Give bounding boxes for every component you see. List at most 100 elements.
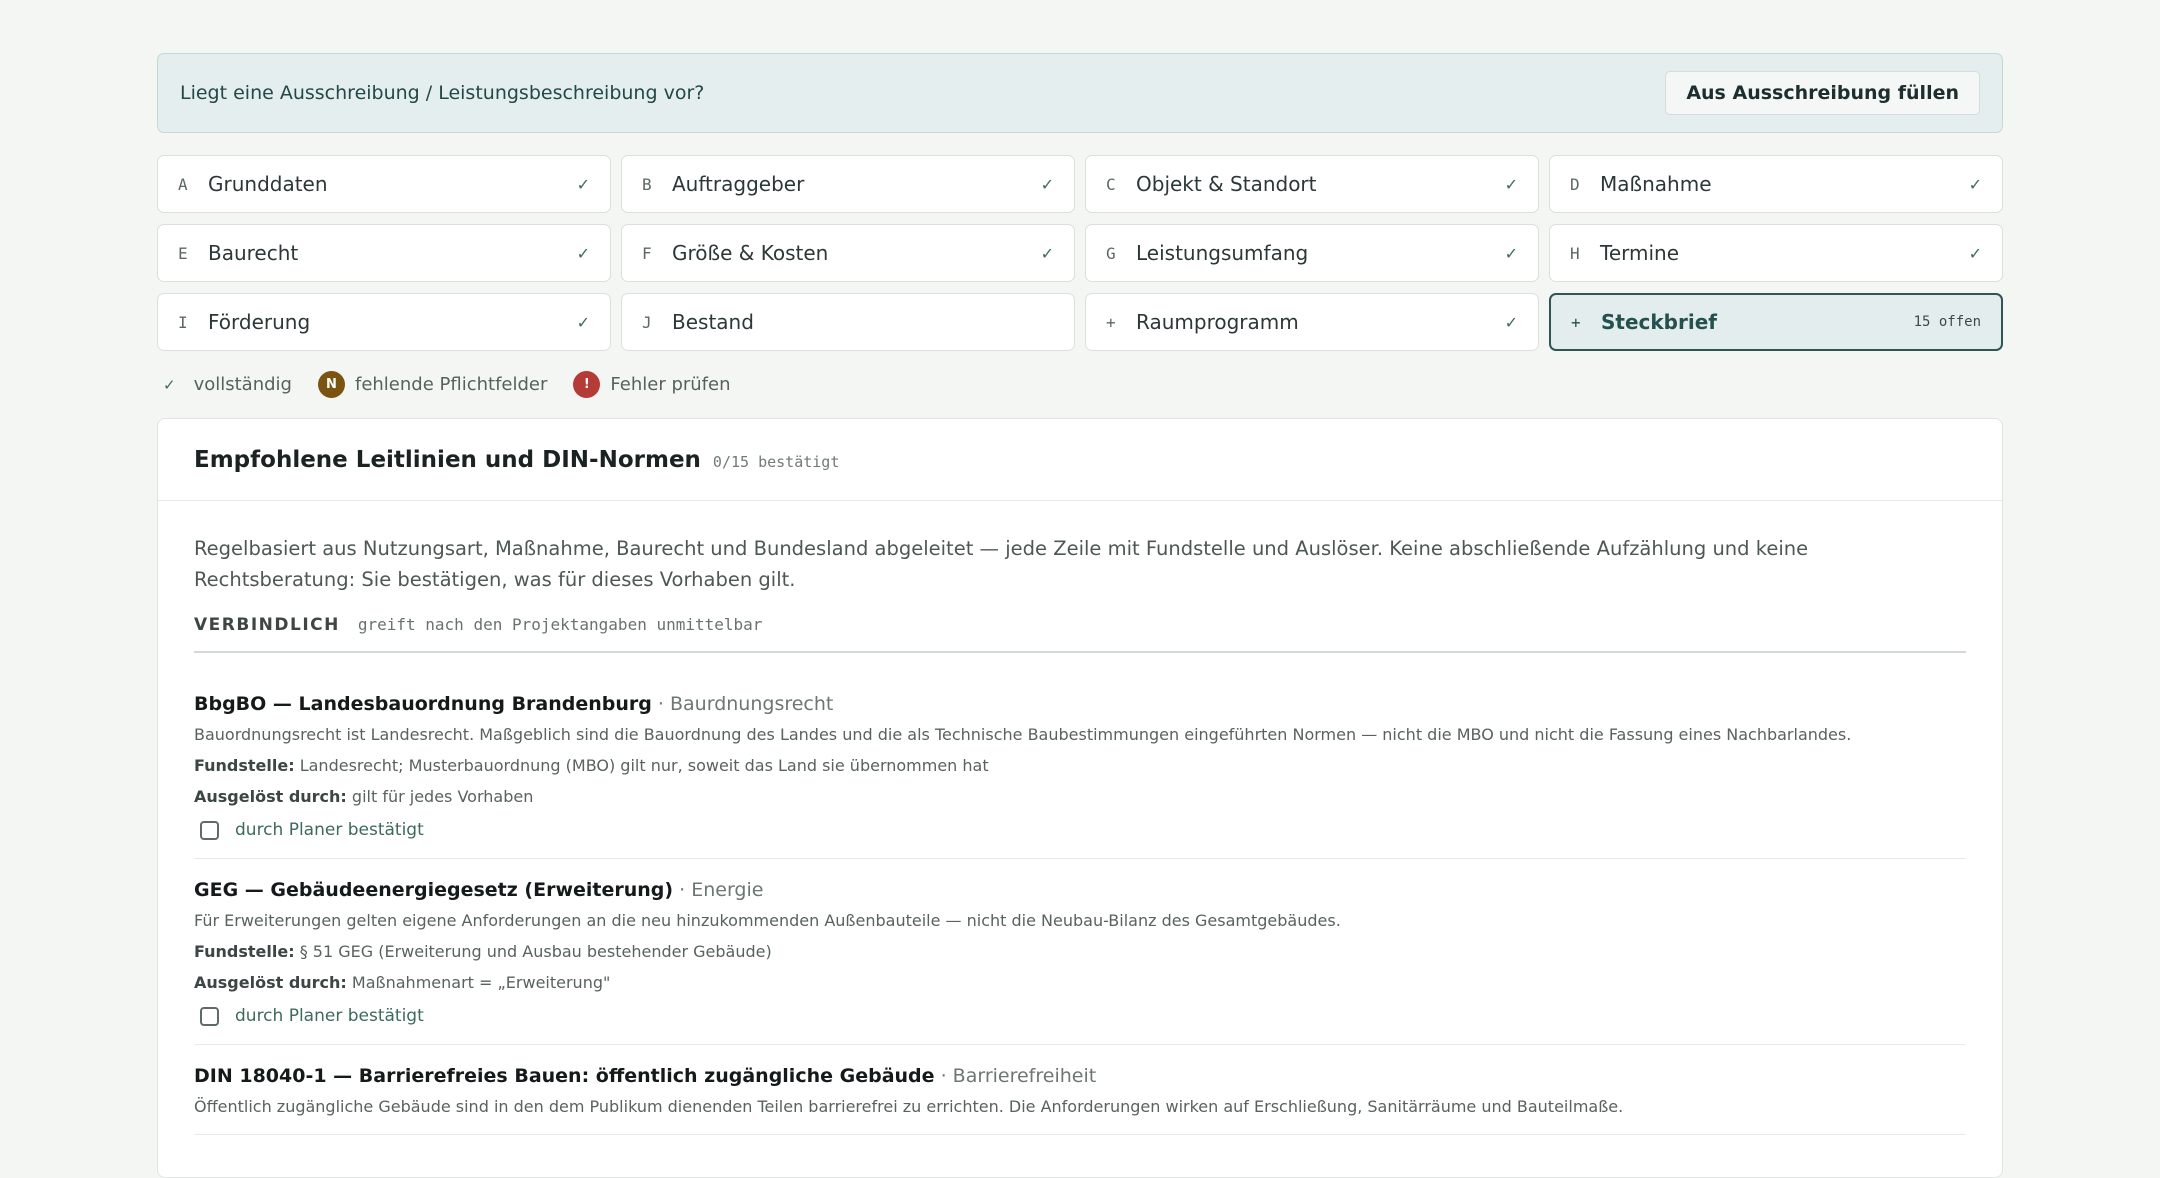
confirm-label[interactable]: durch Planer bestätigt <box>235 820 424 840</box>
rule-name: DIN 18040-1 — Barrierefreies Bauen: öffe… <box>194 1065 935 1087</box>
rule-item: GEG — Gebäudeenergiegesetz (Erweiterung)… <box>194 859 1966 1045</box>
check-icon: ✓ <box>1040 174 1054 194</box>
tab-label: Förderung <box>208 310 311 334</box>
tab-key: A <box>178 174 188 194</box>
plus-icon: + <box>1571 312 1581 332</box>
card-title: Empfohlene Leitlinien und DIN-Normen <box>194 446 701 473</box>
rule-item: BbgBO — Landesbauordnung Brandenburg · B… <box>194 653 1966 859</box>
card-intro: Regelbasiert aus Nutzungsart, Maßnahme, … <box>194 537 1809 591</box>
tab-label: Steckbrief <box>1601 310 1717 334</box>
section-header-binding: VERBINDLICH greift nach den Projektangab… <box>194 615 1966 653</box>
legend-error: ! Fehler prüfen <box>573 371 731 398</box>
trigger-value: Maßnahmenart = „Erweiterung" <box>351 973 611 992</box>
rule-title: BbgBO — Landesbauordnung Brandenburg · B… <box>194 693 1966 715</box>
tab-objekt-standort[interactable]: C Objekt & Standort ✓ <box>1085 155 1539 213</box>
rule-title: DIN 18040-1 — Barrierefreies Bauen: öffe… <box>194 1065 1966 1087</box>
tab-leistungsumfang[interactable]: G Leistungsumfang ✓ <box>1085 224 1539 282</box>
guidelines-card: Empfohlene Leitlinien und DIN-Normen 0/1… <box>157 418 2003 1178</box>
confirmed-count: 0/15 bestätigt <box>712 452 840 471</box>
tab-label: Raumprogramm <box>1136 310 1299 334</box>
tab-baurecht[interactable]: E Baurecht ✓ <box>157 224 611 282</box>
section-tabs: A Grunddaten ✓ B Auftraggeber ✓ C Objekt… <box>157 155 2003 351</box>
trigger-value: gilt für jedes Vorhaben <box>351 787 534 806</box>
tab-grunddaten[interactable]: A Grunddaten ✓ <box>157 155 611 213</box>
tab-label: Grunddaten <box>208 172 328 196</box>
legend-missing: N fehlende Pflichtfelder <box>317 371 548 398</box>
rule-description: Öffentlich zugängliche Gebäude sind in d… <box>194 1097 1624 1116</box>
section-subtitle: greift nach den Projektangaben unmittelb… <box>357 615 763 634</box>
card-header: Empfohlene Leitlinien und DIN-Normen 0/1… <box>158 419 2002 501</box>
rule-title: GEG — Gebäudeenergiegesetz (Erweiterung)… <box>194 879 1966 901</box>
check-icon: ✓ <box>1968 243 1982 263</box>
source-label: Fundstelle: <box>194 756 295 775</box>
section-label: VERBINDLICH <box>194 615 340 635</box>
tab-auftraggeber[interactable]: B Auftraggeber ✓ <box>621 155 1075 213</box>
tab-label: Termine <box>1600 241 1680 265</box>
tab-foerderung[interactable]: I Förderung ✓ <box>157 293 611 351</box>
rule-name: GEG — Gebäudeenergiegesetz (Erweiterung) <box>194 879 674 901</box>
plus-icon: + <box>1106 312 1116 332</box>
rule-name: BbgBO — Landesbauordnung Brandenburg <box>194 693 652 715</box>
error-icon: ! <box>573 371 601 398</box>
tab-steckbrief[interactable]: + Steckbrief 15 offen <box>1549 293 2003 351</box>
trigger-label: Ausgelöst durch: <box>194 973 347 992</box>
tab-label: Größe & Kosten <box>672 241 829 265</box>
legend-error-label: Fehler prüfen <box>610 374 731 395</box>
rule-description: Für Erweiterungen gelten eigene Anforder… <box>194 911 1341 930</box>
check-icon: ✓ <box>576 174 590 194</box>
source-label: Fundstelle: <box>194 942 295 961</box>
check-icon: ✓ <box>576 243 590 263</box>
confirm-checkbox[interactable] <box>200 1006 219 1026</box>
tab-massnahme[interactable]: D Maßnahme ✓ <box>1549 155 2003 213</box>
tender-question: Liegt eine Ausschreibung / Leistungsbesc… <box>180 82 705 104</box>
rule-description: Bauordnungsrecht ist Landesrecht. Maßgeb… <box>194 725 1852 744</box>
tab-label: Leistungsumfang <box>1136 241 1309 265</box>
tab-termine[interactable]: H Termine ✓ <box>1549 224 2003 282</box>
tab-key: I <box>178 312 188 332</box>
source-value: § 51 GEG (Erweiterung und Ausbau bestehe… <box>299 942 772 961</box>
tab-raumprogramm[interactable]: + Raumprogramm ✓ <box>1085 293 1539 351</box>
status-legend: ✓ vollständig N fehlende Pflichtfelder !… <box>157 371 2003 398</box>
tab-key: J <box>642 312 652 332</box>
confirm-checkbox[interactable] <box>200 820 219 840</box>
tab-key: G <box>1106 243 1116 263</box>
legend-missing-label: fehlende Pflichtfelder <box>354 374 548 395</box>
check-icon: ✓ <box>163 375 176 394</box>
tab-key: C <box>1106 174 1116 194</box>
tab-label: Auftraggeber <box>672 172 805 196</box>
tab-label: Baurecht <box>208 241 299 265</box>
rule-trigger: Ausgelöst durch: Maßnahmenart = „Erweite… <box>194 973 1966 992</box>
check-icon: ✓ <box>1040 243 1054 263</box>
tab-key: F <box>642 243 652 263</box>
main-container: Liegt eine Ausschreibung / Leistungsbesc… <box>157 53 2003 1178</box>
rule-trigger: Ausgelöst durch: gilt für jedes Vorhaben <box>194 787 1966 806</box>
tab-key: E <box>178 243 188 263</box>
planner-confirm: durch Planer bestätigt <box>200 820 1966 840</box>
open-count-badge: 15 offen <box>1913 314 1981 330</box>
check-icon: ✓ <box>1504 174 1518 194</box>
tab-label: Maßnahme <box>1600 172 1712 196</box>
confirm-label[interactable]: durch Planer bestätigt <box>235 1006 424 1026</box>
rule-category: · Barrierefreiheit <box>940 1065 1097 1087</box>
planner-confirm: durch Planer bestätigt <box>200 1006 1966 1026</box>
check-icon: ✓ <box>576 312 590 332</box>
source-value: Landesrecht; Musterbauordnung (MBO) gilt… <box>299 756 989 775</box>
tab-groesse-kosten[interactable]: F Größe & Kosten ✓ <box>621 224 1075 282</box>
tab-bestand[interactable]: J Bestand <box>621 293 1075 351</box>
trigger-label: Ausgelöst durch: <box>194 787 347 806</box>
tab-label: Objekt & Standort <box>1136 172 1317 196</box>
rule-source: Fundstelle: § 51 GEG (Erweiterung und Au… <box>194 942 1966 961</box>
check-icon: ✓ <box>1968 174 1982 194</box>
rule-source: Fundstelle: Landesrecht; Musterbauordnun… <box>194 756 1966 775</box>
check-icon: ✓ <box>1504 312 1518 332</box>
tab-label: Bestand <box>672 310 754 334</box>
missing-fields-icon: N <box>317 371 345 398</box>
check-icon: ✓ <box>1504 243 1518 263</box>
rule-category: · Energie <box>679 879 764 901</box>
fill-from-tender-button[interactable]: Aus Ausschreibung füllen <box>1665 71 1980 115</box>
rule-item: DIN 18040-1 — Barrierefreies Bauen: öffe… <box>194 1045 1966 1135</box>
tab-key: H <box>1570 243 1580 263</box>
card-body: Regelbasiert aus Nutzungsart, Maßnahme, … <box>158 501 2002 1135</box>
legend-complete: ✓ vollständig <box>163 374 292 395</box>
tab-key: B <box>642 174 652 194</box>
